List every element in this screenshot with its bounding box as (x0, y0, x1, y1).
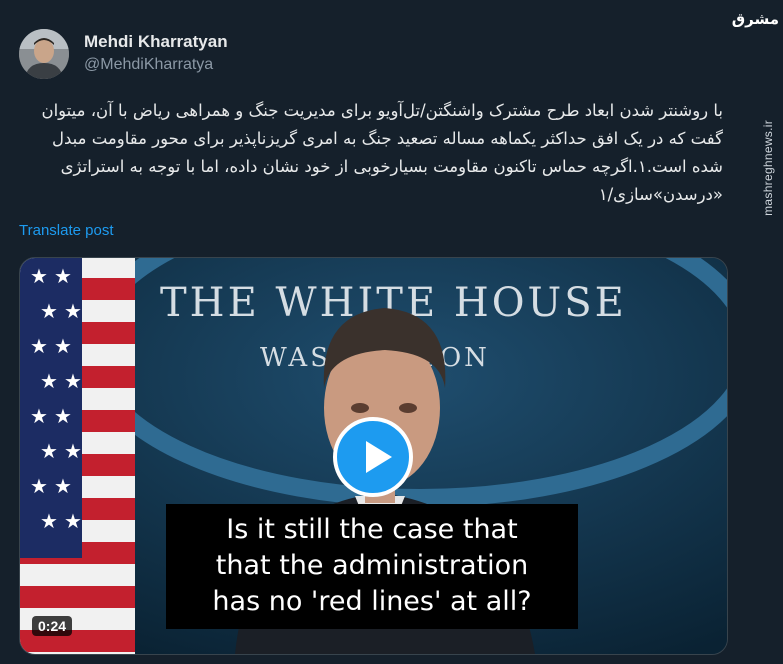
svg-text:★: ★ (40, 299, 58, 323)
author-name[interactable]: Mehdi Kharratyan (84, 32, 228, 52)
caption-line: that the administration (215, 550, 529, 581)
svg-text:★: ★ (54, 474, 72, 498)
svg-text:★: ★ (64, 509, 82, 533)
svg-text:★: ★ (30, 334, 48, 358)
author-avatar[interactable] (19, 29, 69, 79)
svg-text:★: ★ (30, 474, 48, 498)
svg-text:★: ★ (64, 439, 82, 463)
svg-text:★: ★ (54, 264, 72, 288)
svg-text:★: ★ (64, 369, 82, 393)
svg-text:★: ★ (40, 509, 58, 533)
author-info[interactable]: Mehdi Kharratyan @MehdiKharratya (84, 32, 228, 75)
tweet-text: با روشنتر شدن ابعاد طرح مشترک واشنگتن/تل… (41, 101, 723, 204)
translate-post-link[interactable]: Translate post (19, 222, 114, 239)
svg-text:★: ★ (54, 404, 72, 428)
caption-line: has no 'red lines' at all? (212, 586, 532, 617)
watermark-site: mashreghnews.ir (761, 120, 775, 216)
svg-text:★: ★ (40, 439, 58, 463)
caption-line: Is it still the case that (226, 514, 518, 545)
video-player[interactable]: THE WHITE HOUSE WASHINGTON ★★ ★★ ★★ ★★ ★… (19, 257, 728, 655)
svg-text:★: ★ (30, 264, 48, 288)
video-duration-badge: 0:24 (32, 616, 73, 636)
svg-text:★: ★ (40, 369, 58, 393)
svg-text:★: ★ (64, 299, 82, 323)
play-button[interactable] (333, 417, 413, 497)
video-caption: Is it still the case that that the admin… (166, 504, 578, 629)
svg-text:★: ★ (30, 404, 48, 428)
author-handle[interactable]: @MehdiKharratya (84, 55, 228, 75)
watermark-logo: مشرق (731, 10, 779, 28)
svg-text:★: ★ (54, 334, 72, 358)
us-flag-graphic: ★ ★ ★ ★ ★ ★ ★ ★ ★ ★ ★ ★ ★ ★ ★ ★ (20, 258, 135, 654)
